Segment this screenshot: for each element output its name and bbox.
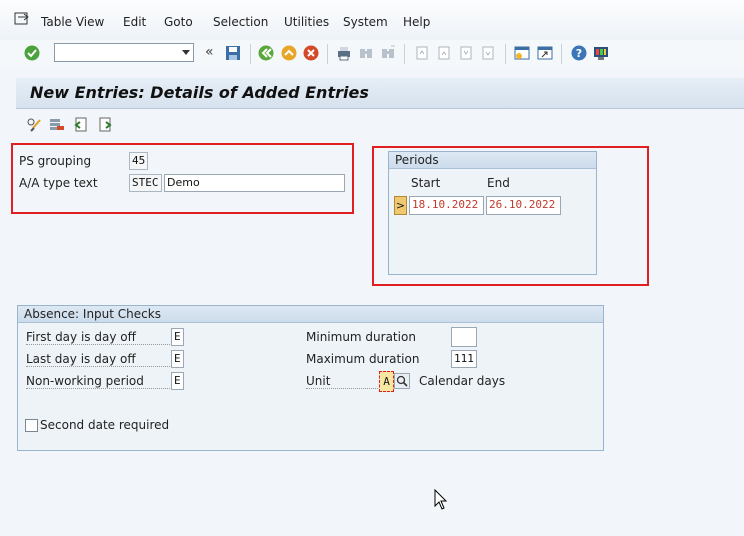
delete-entry-icon[interactable]	[49, 117, 65, 133]
enter-icon[interactable]	[24, 45, 40, 61]
periods-start-label: Start	[411, 176, 441, 190]
create-session-icon[interactable]	[514, 45, 530, 61]
unit-text: Calendar days	[419, 374, 506, 388]
menu-system[interactable]: System	[343, 15, 388, 29]
display-change-icon[interactable]	[26, 117, 42, 133]
page-title: New Entries: Details of Added Entries	[30, 83, 369, 102]
last-day-field[interactable]: E	[171, 350, 184, 368]
customize-layout-icon[interactable]	[593, 45, 609, 61]
application-toolbar	[16, 110, 744, 138]
last-day-label: Last day is day off	[26, 352, 170, 367]
menu-help[interactable]: Help	[403, 15, 430, 29]
period-start-field[interactable]: 18.10.2022	[409, 196, 484, 215]
mouse-cursor-icon	[434, 489, 448, 510]
standard-toolbar: « ?	[0, 40, 744, 68]
unit-field[interactable]: A	[379, 371, 394, 392]
first-page-icon[interactable]	[414, 45, 430, 61]
last-page-icon[interactable]	[480, 45, 496, 61]
chevron-down-icon[interactable]	[182, 50, 190, 55]
first-day-field[interactable]: E	[171, 328, 184, 346]
second-date-required-checkbox[interactable]	[25, 419, 38, 432]
non-working-period-label: Non-working period	[26, 374, 170, 389]
menu-goto[interactable]: Goto	[164, 15, 193, 29]
aa-type-code-field[interactable]: STEC	[129, 174, 162, 192]
find-next-icon[interactable]	[380, 45, 396, 61]
menu-selection[interactable]: Selection	[213, 15, 268, 29]
non-working-period-field[interactable]: E	[171, 372, 184, 390]
maximum-duration-label: Maximum duration	[306, 352, 420, 366]
cancel-icon[interactable]	[303, 45, 319, 61]
svg-text:?: ?	[576, 47, 582, 60]
command-field[interactable]	[54, 43, 194, 62]
menu-utilities[interactable]: Utilities	[284, 15, 329, 29]
minimum-duration-field[interactable]	[451, 327, 477, 347]
row-selector[interactable]: >	[394, 196, 407, 215]
exit-icon[interactable]	[281, 45, 297, 61]
previous-entry-icon[interactable]	[72, 117, 88, 133]
minimum-duration-label: Minimum duration	[306, 330, 416, 344]
unit-label: Unit	[306, 374, 378, 389]
help-icon[interactable]: ?	[571, 45, 587, 61]
search-help-icon[interactable]	[394, 373, 410, 389]
print-icon[interactable]	[336, 45, 352, 61]
save-icon[interactable]	[225, 45, 241, 61]
periods-end-label: End	[487, 176, 510, 190]
shortcut-icon[interactable]	[537, 45, 553, 61]
back-icon[interactable]	[258, 45, 274, 61]
ps-grouping-field[interactable]: 45	[129, 152, 148, 170]
system-menu-icon[interactable]	[14, 12, 30, 26]
next-page-icon[interactable]	[458, 45, 474, 61]
screen-title-bar: New Entries: Details of Added Entries	[16, 78, 744, 109]
aa-type-text-label: A/A type text	[19, 176, 98, 190]
period-end-field[interactable]: 26.10.2022	[486, 196, 561, 215]
second-date-required-label: Second date required	[40, 418, 170, 432]
menu-table-view[interactable]: Table View	[41, 15, 104, 29]
maximum-duration-field[interactable]: 111	[451, 350, 477, 368]
menu-bar: Table View Edit Goto Selection Utilities…	[0, 0, 744, 41]
menu-edit[interactable]: Edit	[123, 15, 146, 29]
find-icon[interactable]	[358, 45, 374, 61]
first-day-label: First day is day off	[26, 330, 170, 345]
collapse-icon[interactable]: «	[205, 44, 214, 60]
absence-input-checks-title: Absence: Input Checks	[18, 306, 603, 323]
previous-page-icon[interactable]	[436, 45, 452, 61]
ps-grouping-label: PS grouping	[19, 154, 92, 168]
aa-type-text-field[interactable]: Demo	[164, 174, 345, 192]
periods-title: Periods	[389, 152, 596, 169]
next-entry-icon[interactable]	[98, 117, 114, 133]
